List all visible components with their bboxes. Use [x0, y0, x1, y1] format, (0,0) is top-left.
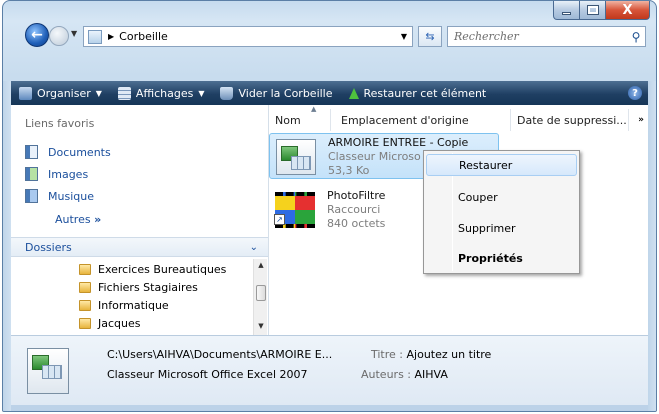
back-arrow-icon: ← [31, 27, 43, 43]
folder-icon [79, 300, 91, 311]
context-restore[interactable]: Restaurer [426, 154, 577, 176]
refresh-button[interactable]: ⇆ [418, 26, 442, 47]
scroll-up-icon[interactable]: ▲ [254, 261, 268, 274]
command-toolbar: Organiser ▼ Affichages ▼ Vider la Corbei… [11, 81, 650, 105]
minimize-icon [562, 11, 571, 15]
address-path[interactable]: Corbeille [119, 30, 396, 43]
address-bar[interactable]: ▶ Corbeille ▼ [83, 26, 413, 47]
excel-icon [276, 139, 316, 175]
trash-icon [220, 86, 234, 100]
restore-arrow-icon [348, 87, 359, 99]
details-author: Auteurs : AIHVA [361, 368, 448, 381]
back-button[interactable]: ← [25, 23, 49, 47]
empty-recycle-bin-button[interactable]: Vider la Corbeille [212, 81, 340, 105]
chevron-down-icon: ▼ [198, 88, 205, 98]
context-menu: Restaurer Couper Supprimer Propriétés [423, 150, 580, 274]
maximize-button[interactable] [580, 1, 606, 20]
details-path: C:\Users\AIHVA\Documents\ARMOIRE E... [107, 348, 333, 361]
folder-icon [79, 282, 91, 293]
chevron-down-icon: ▼ [95, 88, 102, 98]
author-value[interactable]: AIHVA [415, 368, 448, 381]
music-icon [25, 189, 38, 203]
title-value[interactable]: Ajoutez un titre [407, 348, 492, 361]
photofiltre-icon: ↗ [274, 192, 315, 228]
chevron-down-icon[interactable]: ⌄ [250, 242, 258, 253]
documents-icon [25, 145, 38, 159]
folder-tree-scrollbar[interactable]: ▲ ▼ [253, 259, 267, 335]
search-input[interactable]: Rechercher [448, 30, 627, 43]
folders-title: Dossiers [25, 240, 72, 254]
images-icon [25, 167, 38, 181]
folder-icon [79, 264, 91, 275]
close-button[interactable]: X [606, 1, 650, 20]
column-name[interactable]: ▲ Nom [269, 105, 331, 131]
folder-item[interactable]: Fichiers Stagiaires [79, 281, 198, 294]
views-label: Affichages [135, 86, 194, 100]
recycle-bin-icon [88, 29, 102, 44]
address-dropdown-icon[interactable]: ▼ [396, 32, 412, 41]
details-file-type: Classeur Microsoft Office Excel 2007 [107, 368, 308, 381]
file-name: ARMOIRE ENTREE - Copie [328, 136, 469, 149]
file-size: 840 octets [327, 217, 386, 230]
caption-buttons: X [553, 1, 650, 21]
search-box[interactable]: Rechercher ⚲ [447, 26, 646, 47]
column-origin[interactable]: Emplacement d'origine [331, 109, 511, 131]
more-links[interactable]: Autres » [55, 213, 101, 226]
window-frame-right [648, 81, 656, 411]
file-size: 53,3 Ko [328, 164, 370, 177]
organize-label: Organiser [37, 86, 91, 100]
navigation-pane: Liens favoris Documents Images Musique A… [11, 105, 269, 335]
organize-icon [19, 86, 32, 100]
search-icon[interactable]: ⚲ [627, 30, 645, 44]
context-cut[interactable]: Couper [426, 186, 577, 208]
favorite-images[interactable]: Images [25, 167, 88, 181]
minimize-button[interactable] [553, 1, 580, 20]
favorite-documents[interactable]: Documents [25, 145, 111, 159]
empty-label: Vider la Corbeille [238, 86, 333, 100]
restore-label: Restaurer cet élément [363, 86, 487, 100]
restore-item-button[interactable]: Restaurer cet élément [341, 81, 495, 105]
favorite-music[interactable]: Musique [25, 189, 94, 203]
details-title: Titre : Ajoutez un titre [371, 348, 492, 361]
folder-icon [79, 318, 91, 329]
history-dropdown[interactable]: ▼ [71, 29, 77, 38]
shortcut-arrow-icon: ↗ [274, 214, 285, 225]
file-name: PhotoFiltre [327, 189, 386, 202]
column-deleted-date[interactable]: Date de suppressi... [511, 109, 629, 131]
close-icon: X [622, 2, 633, 18]
maximize-icon [586, 5, 599, 15]
window-frame-left [3, 81, 11, 411]
favorites-heading: Liens favoris [25, 117, 95, 130]
file-type: Classeur Microso [328, 150, 421, 163]
breadcrumb-arrow-icon[interactable]: ▶ [108, 32, 114, 41]
excel-icon [27, 348, 69, 394]
views-button[interactable]: Affichages ▼ [110, 81, 213, 105]
folders-header[interactable]: Dossiers ⌄ [11, 237, 268, 257]
details-pane: C:\Users\AIHVA\Documents\ARMOIRE E... Cl… [11, 335, 650, 405]
folder-item[interactable]: Jacques [79, 317, 141, 330]
forward-button[interactable] [49, 26, 69, 46]
folder-item[interactable]: Exercices Bureautiques [79, 263, 226, 276]
favorite-label: Images [48, 167, 89, 181]
scroll-down-icon[interactable]: ▼ [254, 322, 268, 335]
context-properties[interactable]: Propriétés [426, 247, 577, 269]
organize-button[interactable]: Organiser ▼ [11, 81, 110, 105]
favorite-label: Musique [48, 189, 94, 203]
folder-item[interactable]: Informatique [79, 299, 169, 312]
sort-ascending-icon: ▲ [311, 105, 317, 113]
refresh-icon: ⇆ [425, 30, 435, 43]
file-type: Raccourci [327, 203, 381, 216]
double-chevron-icon: » [94, 213, 102, 226]
more-columns-icon[interactable]: » [638, 115, 644, 125]
help-icon[interactable]: ? [628, 86, 642, 100]
context-delete[interactable]: Supprimer [426, 217, 577, 239]
scroll-thumb[interactable] [256, 285, 266, 301]
views-icon [117, 86, 131, 100]
favorite-label: Documents [48, 145, 111, 159]
